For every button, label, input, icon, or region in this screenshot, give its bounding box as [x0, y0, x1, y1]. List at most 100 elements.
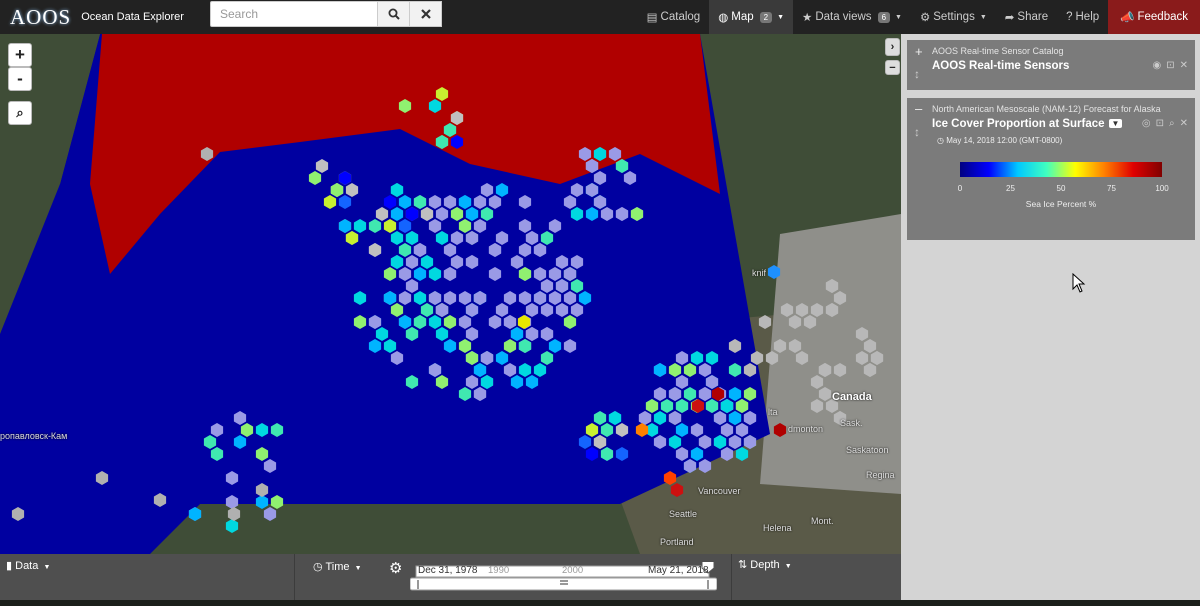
colorbar-ticks: 0 25 50 75 100	[957, 184, 1169, 194]
layer-card-sensors[interactable]: + ↕ AOOS Real-time Sensor Catalog AOOS R…	[907, 40, 1195, 90]
globe-icon: ◍	[718, 12, 729, 24]
minus-icon: −	[889, 61, 896, 74]
clock-icon: ◷	[937, 136, 947, 145]
nav-data-views-label: Data views	[815, 11, 872, 23]
search-input[interactable]	[210, 1, 378, 27]
search-icon	[388, 8, 400, 20]
caret-down-icon: ▼	[784, 563, 792, 570]
label-vancouver: Vancouver	[698, 486, 741, 496]
label-yellowknife: knif	[752, 268, 767, 278]
brand[interactable]: AOOS Ocean Data Explorer	[0, 0, 210, 34]
layer-style-dropdown[interactable]: ▼	[1108, 119, 1123, 129]
gear-icon: ⚙	[389, 560, 403, 577]
caret-down-icon: ▼	[777, 13, 784, 21]
label-portland: Portland	[660, 537, 694, 547]
layer-icons: ◎ ⊡ ⌕ ✕	[1142, 118, 1188, 129]
eye-icon[interactable]: ◉	[1152, 60, 1161, 71]
app-name: Ocean Data Explorer	[81, 11, 184, 23]
map-badge: 2	[759, 11, 773, 23]
start-date: Dec 31, 1978	[418, 565, 478, 576]
end-date: May 21, 2018	[648, 565, 709, 576]
bottom-bar: ▮ Data ▼ ◷ Time ▼ ⚙ Dec 31, 1978 1990 20…	[0, 554, 901, 600]
label-canada: Canada	[832, 391, 872, 403]
question-icon: ?	[1066, 11, 1073, 23]
data-views-badge: 6	[877, 11, 891, 23]
layer-card-ice[interactable]: – ↕ North American Mesoscale (NAM-12) Fo…	[907, 98, 1195, 240]
layer-icons: ◉ ⊡ ✕	[1152, 60, 1188, 71]
drag-handle-icon[interactable]: ↕	[914, 125, 920, 139]
time-slider[interactable]: Dec 31, 1978 1990 2000 May 21, 2018	[409, 555, 718, 591]
label-edmonton: dmonton	[788, 424, 824, 434]
label-alta: lta	[768, 407, 778, 417]
label-saskatoon: Saskatoon	[846, 445, 889, 455]
nav-data-views[interactable]: ★ Data views 6 ▼	[793, 0, 911, 34]
label-seattle: Seattle	[669, 509, 698, 519]
share-icon: ➦	[1004, 12, 1015, 24]
zoom-to-icon[interactable]: ⌕	[1169, 118, 1175, 129]
label-kamchatka: ропавловск-Кам	[0, 431, 68, 441]
select-eye-icon[interactable]: ⊡	[1166, 60, 1174, 71]
star-icon: ★	[802, 12, 813, 24]
timestamp-text: May 14, 2018 12:00 (GMT-0800)	[946, 136, 1063, 145]
panel-minimize-button[interactable]: −	[885, 60, 900, 75]
nav-map[interactable]: ◍ Map 2 ▼	[709, 0, 793, 34]
layer-expand-button[interactable]: +	[915, 44, 923, 59]
colorbar-tick: 75	[1107, 184, 1116, 193]
nav-feedback[interactable]: 📣 Feedback	[1108, 0, 1200, 34]
map-view[interactable]: + - ⌕ › − ропавловск-Кам Canada Vancouve…	[0, 34, 901, 554]
search-button[interactable]	[378, 1, 410, 27]
layer-title-text: Ice Cover Proportion at Surface	[932, 118, 1105, 130]
close-icon	[420, 9, 431, 19]
time-settings-button[interactable]: ⚙	[389, 559, 402, 605]
map-canvas[interactable]	[0, 34, 901, 554]
layer-panel: + ↕ AOOS Real-time Sensor Catalog AOOS R…	[901, 34, 1200, 600]
bar-chart-icon: ▮	[6, 560, 13, 572]
bullhorn-icon: 📣	[1120, 12, 1135, 24]
layer-timestamp: ◷ May 14, 2018 12:00 (GMT-0800)	[937, 136, 1062, 145]
mouse-cursor-icon	[1072, 273, 1086, 293]
nav-settings[interactable]: ⚙ Settings ▼	[911, 0, 996, 34]
colorbar-tick: 50	[1056, 184, 1066, 193]
zoom-out-button[interactable]: -	[8, 67, 32, 91]
remove-icon[interactable]: ✕	[1180, 118, 1188, 129]
time-menu-label: Time	[325, 561, 350, 573]
zoom-in-button[interactable]: +	[8, 43, 32, 67]
nav-catalog-label: Catalog	[660, 11, 701, 23]
caret-down-icon: ▼	[354, 565, 362, 572]
gear-icon: ⚙	[919, 12, 931, 24]
nav-share[interactable]: ➦ Share	[996, 0, 1057, 34]
nav-menu: ▤ Catalog ◍ Map 2 ▼ ★ Data views 6 ▼ ⚙ Settings ▼…	[638, 0, 1200, 34]
data-menu-label: Data	[15, 560, 39, 572]
remove-icon[interactable]: ✕	[1180, 60, 1188, 71]
sort-icon: ⇅	[738, 559, 748, 571]
clear-search-button[interactable]	[410, 1, 442, 27]
search-group	[210, 1, 442, 27]
colorbar-tick: 0	[957, 184, 963, 193]
caret-down-icon: ▼	[895, 13, 902, 21]
clock-icon: ◷	[313, 561, 323, 573]
caret-down-icon: ▼	[43, 564, 51, 571]
nav-help-label: Help	[1075, 11, 1100, 23]
nav-help[interactable]: ? Help	[1057, 0, 1108, 34]
book-icon: ▤	[646, 12, 658, 24]
data-menu[interactable]: ▮ Data ▼	[6, 559, 50, 605]
layer-collapse-button[interactable]: –	[915, 101, 922, 116]
collapse-panel-button[interactable]: ›	[885, 38, 900, 56]
caret-down-icon: ▼	[979, 13, 987, 21]
time-menu[interactable]: ◷ Time ▼	[313, 560, 362, 606]
colorbar-tick: 25	[1006, 184, 1015, 193]
nav-catalog[interactable]: ▤ Catalog	[638, 0, 710, 34]
eye-slash-icon[interactable]: ◎	[1142, 118, 1151, 129]
select-eye-icon[interactable]: ⊡	[1156, 118, 1164, 129]
depth-menu-label: Depth	[750, 559, 780, 571]
tick-1990: 1990	[488, 565, 510, 576]
layer-title: AOOS Real-time Sensors	[932, 60, 1070, 72]
label-regina: Regina	[866, 470, 895, 480]
layer-source: AOOS Real-time Sensor Catalog	[932, 46, 1064, 56]
label-sask: Sask.	[840, 418, 863, 428]
nav-map-label: Map	[731, 11, 754, 23]
drag-handle-icon[interactable]: ↕	[914, 67, 920, 81]
depth-menu[interactable]: ⇅ Depth ▼	[738, 558, 792, 604]
zoom-extent-button[interactable]: ⌕	[8, 101, 32, 125]
colorbar-tick: 100	[1155, 184, 1169, 193]
